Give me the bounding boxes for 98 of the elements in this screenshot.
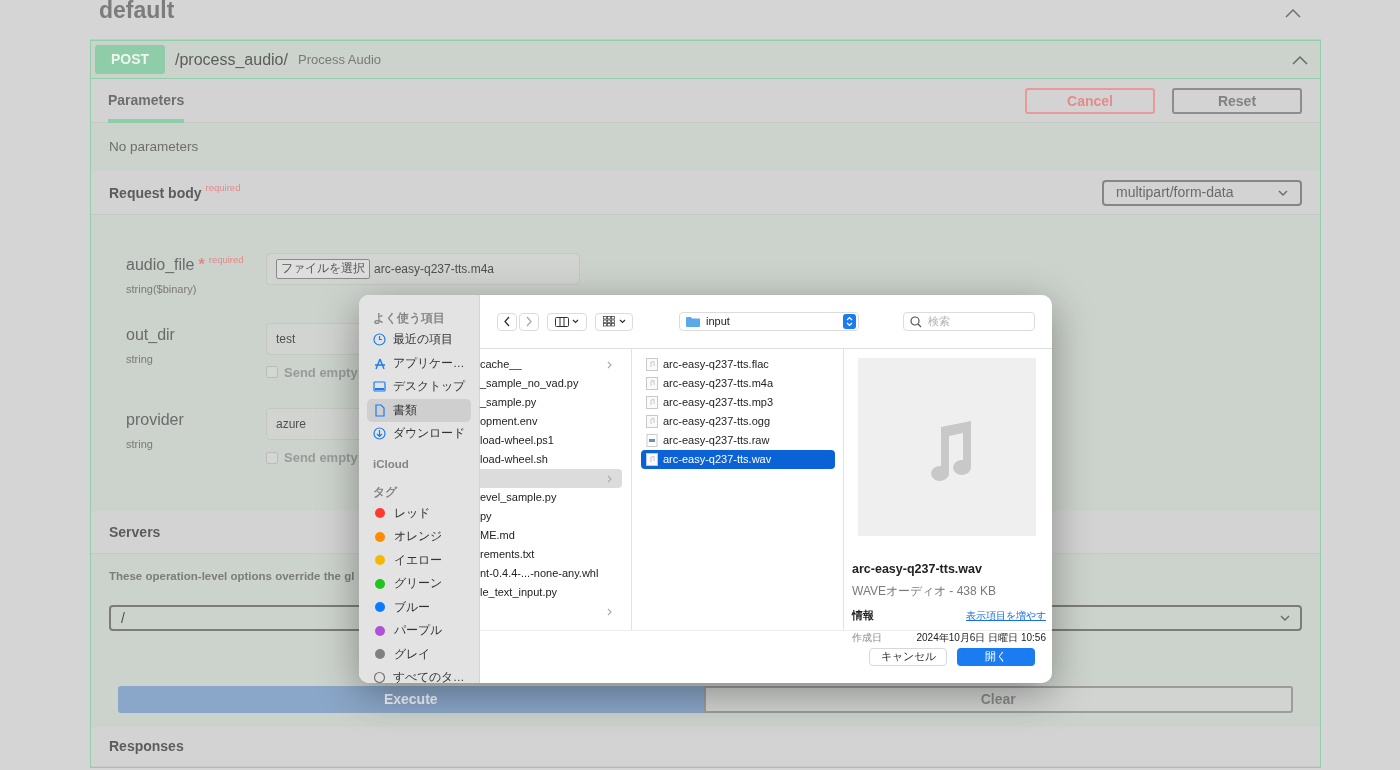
view-mode-button[interactable]: [547, 312, 587, 331]
file-row[interactable]: ME.md: [480, 526, 622, 545]
file-row[interactable]: arc-easy-q237-tts.raw: [641, 431, 835, 450]
parameter-type: string: [126, 351, 154, 367]
info-heading: 情報: [852, 607, 874, 623]
sidebar-item[interactable]: デスクトップ: [367, 375, 471, 399]
clock-icon: [373, 333, 386, 347]
section-title: default: [99, 0, 175, 25]
info-value: 2024年10月6日 日曜日 10:56: [916, 630, 1046, 645]
file-row[interactable]: load-wheel.sh: [480, 450, 622, 469]
sidebar-item[interactable]: オレンジ: [367, 525, 471, 549]
group-button[interactable]: [595, 312, 633, 331]
required-label: required: [205, 181, 241, 193]
cancel-button[interactable]: キャンセル: [869, 648, 947, 666]
audio-file-icon: [646, 453, 658, 466]
sidebar-item[interactable]: イエロー: [367, 548, 471, 572]
operation-path: /process_audio/: [175, 49, 288, 70]
method-badge: POST: [95, 45, 165, 74]
search-icon: [910, 315, 922, 328]
back-button[interactable]: [497, 312, 517, 331]
folder-icon: [686, 316, 700, 327]
audio-file-icon: [646, 358, 658, 371]
sidebar-item[interactable]: グレイ: [367, 642, 471, 666]
sidebar-item[interactable]: ダウンロード: [367, 422, 471, 446]
file-row[interactable]: arc-easy-q237-tts.wav: [641, 450, 835, 469]
file-row[interactable]: cache__: [480, 355, 622, 374]
section-heading: Servers: [109, 522, 161, 542]
operation-summary: Process Audio: [297, 50, 382, 69]
preview-file-name: arc-easy-q237-tts.wav: [852, 561, 983, 578]
sidebar-item[interactable]: 最近の項目: [367, 328, 471, 352]
file-row[interactable]: py: [480, 507, 622, 526]
sidebar-item[interactable]: アプリケー…: [367, 351, 471, 375]
servers-description: These operation-level options override the gl: [109, 570, 355, 582]
location-name: input: [706, 314, 730, 330]
collapse-icon: [1285, 8, 1301, 18]
required-label: required: [208, 254, 244, 265]
caret-icon: [572, 319, 579, 324]
section-heading: Responses: [109, 737, 184, 757]
chevron-down-icon: [1280, 615, 1290, 622]
document-icon: [373, 403, 386, 417]
required-mark: *: [198, 256, 205, 273]
sidebar-item[interactable]: 書類: [367, 398, 471, 422]
checkbox[interactable]: [266, 366, 278, 379]
audio-file-icon: [646, 377, 658, 390]
file-row[interactable]: arc-easy-q237-tts.mp3: [641, 393, 835, 412]
download-icon: [373, 427, 386, 441]
file-row[interactable]: _sample_no_vad.py: [480, 374, 622, 393]
no-parameters-text: No parameters: [109, 139, 199, 154]
search-field[interactable]: 検索: [903, 312, 1035, 331]
parameter-type: string: [126, 437, 154, 452]
file-row[interactable]: evel_sample.py: [480, 488, 622, 507]
sidebar-item[interactable]: ブルー: [367, 595, 471, 619]
file-row[interactable]: arc-easy-q237-tts.m4a: [641, 374, 835, 393]
sidebar-item[interactable]: レッド: [367, 501, 471, 525]
preview-file-kind: WAVEオーディオ - 438 KB: [852, 582, 998, 600]
audio-file-icon: [646, 415, 658, 428]
section-heading: Request body: [109, 184, 202, 201]
caret-icon: [618, 319, 626, 324]
sidebar-heading: iCloud: [372, 456, 410, 472]
monitor-icon: [373, 380, 386, 394]
file-row[interactable]: _sample.py: [480, 393, 622, 412]
open-button[interactable]: 開く: [957, 648, 1035, 666]
checkbox-label: Send empty: [284, 363, 358, 382]
stepper-icon: [843, 314, 856, 329]
file-icon: [646, 434, 658, 447]
sidebar-item[interactable]: グリーン: [367, 572, 471, 596]
app-store-icon: [373, 356, 386, 370]
file-row[interactable]: arc-easy-q237-tts.flac: [641, 355, 835, 374]
search-input[interactable]: 検索: [928, 313, 1028, 330]
file-row[interactable]: arc-easy-q237-tts.ogg: [641, 412, 835, 431]
location-popup[interactable]: input: [679, 312, 859, 331]
checkbox-label: Send empty: [284, 449, 358, 467]
parameter-name: audio_file: [126, 256, 195, 273]
checkbox[interactable]: [266, 451, 278, 464]
parameter-name: provider: [126, 411, 184, 428]
grid-icon: [602, 316, 616, 327]
chevron-left-icon: [503, 316, 511, 327]
columns-icon: [555, 316, 569, 327]
sidebar-heading: よく使う項目: [372, 311, 446, 327]
parameter-name: out_dir: [126, 325, 175, 343]
file-row[interactable]: nt-0.4.4-...-none-any.whl: [480, 564, 622, 583]
file-name: arc-easy-q237-tts.m4a: [374, 261, 495, 278]
file-row[interactable]: le_text_input.py: [480, 583, 622, 602]
audio-file-icon: [646, 396, 658, 409]
sidebar-item[interactable]: パープル: [367, 619, 471, 643]
content-type-select[interactable]: multipart/form-data: [1102, 179, 1302, 206]
file-row[interactable]: opment.env: [480, 412, 622, 431]
sidebar-heading: タグ: [372, 484, 399, 500]
chevron-right-icon: [525, 316, 533, 327]
file-input[interactable]: ファイルを選択 arc-easy-q237-tts.m4a: [266, 253, 580, 285]
file-row[interactable]: rements.txt: [480, 545, 622, 564]
file-row[interactable]: load-wheel.ps1: [480, 431, 622, 450]
show-more-link[interactable]: 表示項目を増やす: [966, 608, 1046, 624]
info-label: 作成日: [852, 630, 882, 645]
sidebar-item[interactable]: すべてのタ…: [367, 666, 471, 683]
choose-file-button[interactable]: ファイルを選択: [276, 259, 370, 279]
chevron-down-icon: [1278, 189, 1288, 196]
parameter-type: string($binary): [126, 282, 198, 297]
